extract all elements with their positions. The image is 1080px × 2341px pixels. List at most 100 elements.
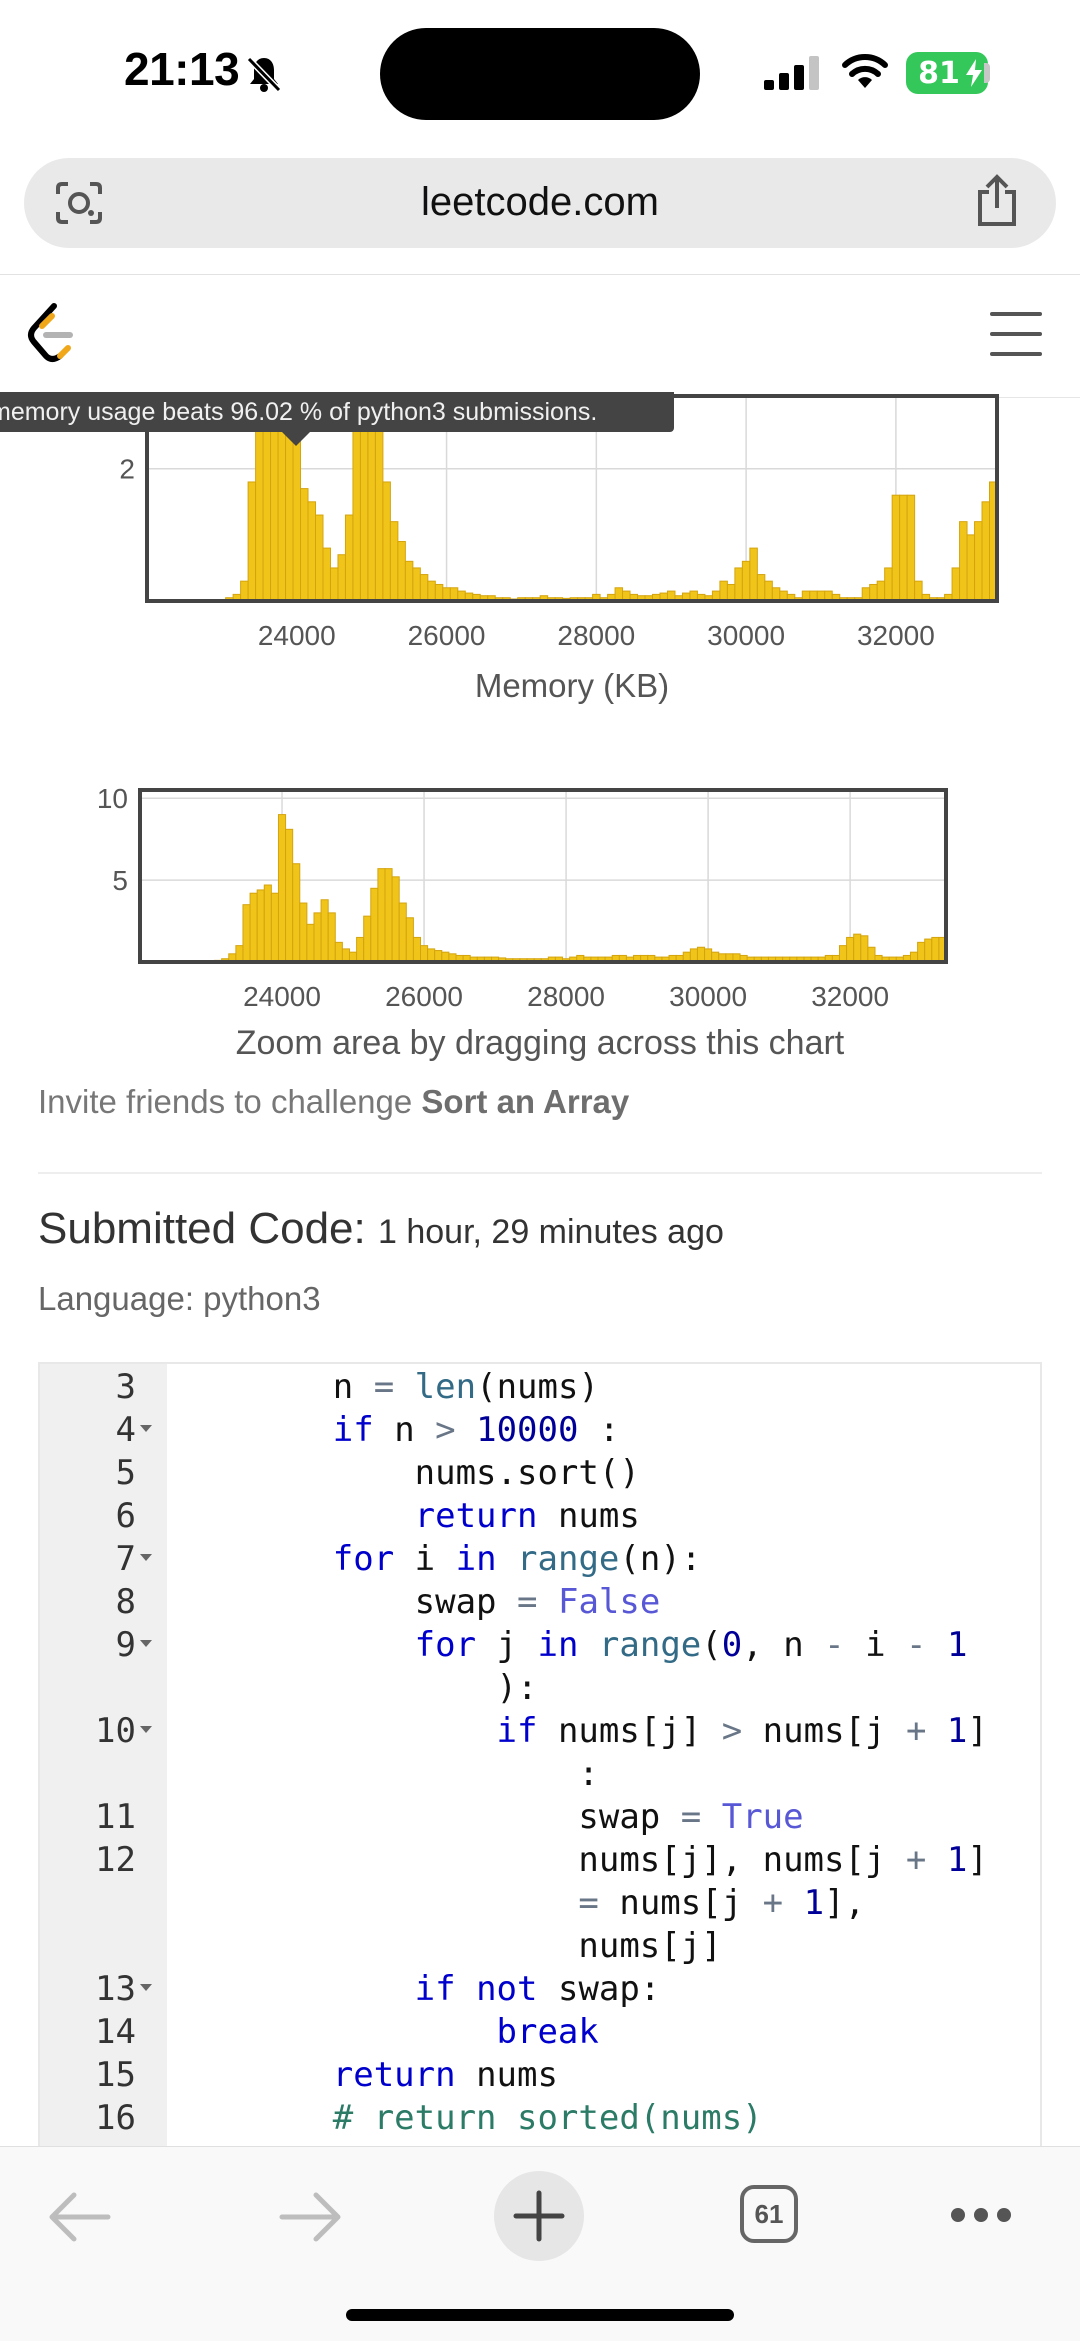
histogram-bar[interactable] [412,567,421,602]
code-text[interactable]: if nums[j] > nums[j + 1] [169,1710,988,1753]
histogram-bar[interactable] [235,945,244,963]
code-text[interactable]: for j in range(0, n - i - 1 [169,1624,968,1667]
histogram-bar[interactable] [242,904,251,963]
histogram-bar[interactable] [322,547,331,602]
code-text[interactable]: return nums [169,2054,558,2097]
histogram-bar[interactable] [726,583,736,602]
fold-arrow-icon[interactable] [140,1984,152,1991]
histogram-bar[interactable] [285,828,294,963]
code-line[interactable]: ): [40,1667,1040,1710]
histogram-bar[interactable] [397,540,406,602]
code-line[interactable]: 8 swap = False [40,1581,1040,1624]
histogram-bar[interactable] [334,941,343,963]
histogram-bar[interactable] [419,574,429,602]
histogram-bar[interactable] [951,567,961,602]
histogram-bar[interactable] [382,481,391,602]
code-line[interactable]: 4 if n > 10000 : [40,1409,1040,1452]
histogram-bar[interactable] [367,402,376,602]
histogram-bar[interactable] [914,580,923,602]
histogram-bar[interactable] [356,936,365,963]
code-text[interactable]: swap = False [169,1581,661,1624]
histogram-bar[interactable] [337,554,346,602]
histogram-bar[interactable] [974,521,983,602]
histogram-bar[interactable] [966,534,976,602]
code-line[interactable]: 13 if not swap: [40,1968,1040,2011]
histogram-bar[interactable] [734,567,743,602]
histogram-bar[interactable] [860,935,869,963]
histogram-bar[interactable] [906,494,916,602]
histogram-bar[interactable] [352,402,361,602]
histogram-bar[interactable] [384,868,393,963]
histogram-bar[interactable] [756,574,766,602]
histogram-bar[interactable] [420,945,429,963]
histogram-bar[interactable] [285,428,294,602]
code-line[interactable]: 15 return nums [40,2054,1040,2097]
histogram-bar[interactable] [344,514,354,602]
histogram-bar[interactable] [741,560,751,602]
code-text[interactable]: nums[j], nums[j + 1] [169,1839,987,1882]
histogram-bar[interactable] [391,876,400,963]
code-line[interactable]: 16 # return sorted(nums) [40,2097,1040,2140]
code-text[interactable]: n = len(nums) [169,1366,599,1409]
histogram-bar[interactable] [306,923,315,963]
code-line[interactable]: 10 if nums[j] > nums[j + 1] [40,1710,1040,1753]
histogram-bar[interactable] [846,936,855,963]
histogram-bar[interactable] [981,501,991,602]
histogram-bar[interactable] [292,863,301,963]
histogram-bar[interactable] [412,936,422,963]
tabs-button[interactable]: 61 [740,2185,798,2243]
memory-distribution-charts[interactable]: 24000 26000 28000 30000 32000 2 Memory (KB) 24… [0,0,1080,1030]
code-line[interactable]: nums[j] [40,1925,1040,1968]
histogram-bar[interactable] [838,945,848,963]
code-line[interactable]: 5 nums.sort() [40,1452,1040,1495]
histogram-bar[interactable] [277,814,287,963]
new-tab-button[interactable] [494,2171,584,2261]
problem-link[interactable]: Sort an Array [421,1083,629,1120]
histogram-bar[interactable] [404,560,414,602]
histogram-bar[interactable] [299,902,308,963]
histogram-bar[interactable] [240,580,249,602]
code-text[interactable]: # return sorted(nums) [169,2097,763,2140]
histogram-bar[interactable] [434,583,444,602]
histogram-bar[interactable] [959,521,968,602]
histogram-bar[interactable] [315,514,324,602]
fold-arrow-icon[interactable] [140,1425,152,1432]
histogram-bar[interactable] [249,892,258,963]
code-line[interactable]: 6 return nums [40,1495,1040,1538]
code-line[interactable]: 9 for j in range(0, n - i - 1 [40,1624,1040,1667]
histogram-bar[interactable] [320,899,329,963]
histogram-bar[interactable] [899,494,908,602]
code-text[interactable]: swap = True [169,1796,803,1839]
histogram-bar[interactable] [869,583,878,602]
code-text[interactable]: nums.sort() [169,1452,640,1495]
histogram-bar[interactable] [876,580,886,602]
code-text[interactable]: ): [169,1667,538,1710]
code-text[interactable]: return nums [169,1495,640,1538]
histogram-bar[interactable] [262,402,272,602]
histogram-bar[interactable] [370,887,379,963]
histogram-bar[interactable] [307,501,317,602]
fold-arrow-icon[interactable] [140,1640,152,1647]
memory-histogram[interactable]: 24000 26000 28000 30000 32000 2 Memory (KB) [119,394,999,704]
code-text[interactable]: if not swap: [169,1968,661,2011]
histogram-bar[interactable] [300,488,309,602]
code-line[interactable]: 14 break [40,2011,1040,2054]
code-line[interactable]: 3 n = len(nums) [40,1366,1040,1409]
histogram-bar[interactable] [405,917,414,963]
histogram-bar[interactable] [329,567,339,602]
histogram-bar[interactable] [256,889,265,963]
histogram-bar[interactable] [327,912,336,963]
fold-arrow-icon[interactable] [140,1554,152,1561]
histogram-bar[interactable] [270,402,279,602]
code-text[interactable]: = nums[j + 1], [169,1882,865,1925]
histogram-bar[interactable] [719,580,728,602]
memory-navigator-chart[interactable]: 24000 26000 28000 30000 32000 5 10 [97,783,948,1012]
code-line[interactable]: 11 swap = True [40,1796,1040,1839]
histogram-bar[interactable] [867,946,876,963]
code-line[interactable]: = nums[j + 1], [40,1882,1040,1925]
histogram-bar[interactable] [917,941,926,963]
code-text[interactable]: : [169,1753,598,1796]
code-text[interactable]: break [169,2011,599,2054]
histogram-bar[interactable] [363,915,372,963]
code-text[interactable]: nums[j] [169,1925,721,1968]
